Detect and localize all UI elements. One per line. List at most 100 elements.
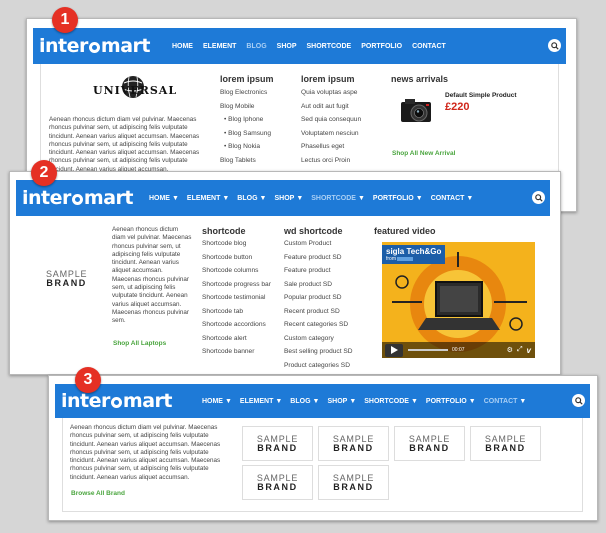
menu-link[interactable]: Custom category bbox=[284, 332, 353, 346]
search-icon[interactable] bbox=[572, 394, 585, 407]
menu-link[interactable]: • Blog Samsung bbox=[220, 127, 271, 141]
nav-item-shop[interactable]: SHOP bbox=[274, 195, 294, 202]
menu-link[interactable]: Feature product SD bbox=[284, 251, 353, 265]
menu-link[interactable]: Blog Mobile bbox=[220, 100, 271, 114]
browse-all-brand-link[interactable]: Browse All Brand bbox=[71, 490, 125, 497]
product-camera-image[interactable] bbox=[399, 96, 435, 126]
brand-bottom-text: BRAND bbox=[485, 442, 526, 453]
logo-o-icon bbox=[110, 396, 122, 408]
nav-item-portfolio[interactable]: PORTFOLIO bbox=[426, 398, 467, 405]
nav-item-home[interactable]: HOME bbox=[149, 195, 170, 202]
sample-brand-logo: SAMPLE BRAND bbox=[409, 434, 450, 453]
menu-link[interactable]: Shortcode banner bbox=[202, 345, 271, 359]
play-icon bbox=[390, 346, 398, 354]
menu-link[interactable]: Best selling product SD bbox=[284, 345, 353, 359]
shop-all-laptops-link[interactable]: Shop All Laptops bbox=[113, 340, 166, 347]
logo-left: inter bbox=[61, 390, 110, 412]
navbar-1: inter mart HOME ELEMENT BLOG SHOP SHORTCODE PO… bbox=[33, 28, 566, 64]
brand-bottom-text: BRAND bbox=[333, 481, 374, 492]
nav-item-blog[interactable]: BLOG bbox=[290, 398, 310, 405]
chevron-down-icon: ▼ bbox=[357, 194, 365, 202]
nav-item-shortcode[interactable]: SHORTCODE bbox=[311, 195, 356, 202]
fullscreen-icon[interactable]: ⤢ bbox=[517, 346, 523, 354]
nav-item-shortcode[interactable]: SHORTCODE bbox=[307, 43, 352, 50]
play-button[interactable] bbox=[385, 343, 403, 357]
step-badge-3: 3 bbox=[75, 367, 101, 393]
nav-item-element[interactable]: ELEMENT bbox=[203, 43, 236, 50]
nav-item-home[interactable]: HOME bbox=[172, 43, 193, 50]
brand-logo-tile[interactable]: SAMPLE BRAND bbox=[242, 426, 313, 461]
nav-item-shop[interactable]: SHOP bbox=[277, 43, 297, 50]
menu-link[interactable]: Aut odit aut fugit bbox=[301, 100, 361, 114]
menu-link[interactable]: Shortcode testimonial bbox=[202, 291, 271, 305]
brand-logo-tile[interactable]: SAMPLE BRAND bbox=[318, 465, 389, 500]
menu-link[interactable]: Recent product SD bbox=[284, 305, 353, 319]
menu-link[interactable]: Shortcode accordions bbox=[202, 318, 271, 332]
nav-item-blog[interactable]: BLOG bbox=[246, 43, 266, 50]
nav-item-home[interactable]: HOME bbox=[202, 398, 223, 405]
menu-link[interactable]: Sale product SD bbox=[284, 278, 353, 292]
search-icon[interactable] bbox=[548, 39, 561, 52]
menu-link[interactable]: • Blog Nokia bbox=[220, 140, 271, 154]
brand-logo-tile[interactable]: SAMPLE BRAND bbox=[318, 426, 389, 461]
logo[interactable]: inter mart bbox=[22, 187, 133, 209]
step-badge-2: 2 bbox=[31, 160, 57, 186]
intro-paragraph-2: Aenean rhoncus dictum diam vel pulvinar.… bbox=[112, 226, 192, 325]
menu-link[interactable]: Shortcode columns bbox=[202, 264, 271, 278]
chevron-down-icon: ▼ bbox=[410, 397, 418, 405]
menu-link[interactable]: Lectus orci Proin bbox=[301, 154, 361, 168]
logo[interactable]: inter mart bbox=[61, 390, 172, 412]
search-icon[interactable] bbox=[532, 191, 545, 204]
intro-paragraph-1: Aenean rhoncus dictum diam vel pulvinar.… bbox=[49, 116, 200, 173]
shop-all-new-arrival-link[interactable]: Shop All New Arrival bbox=[392, 150, 455, 157]
navbar-3: inter mart HOME ▼ ELEMENT ▼ BLOG ▼ SHOP ▼ SHORTCO… bbox=[55, 384, 590, 418]
nav-item-contact[interactable]: CONTACT bbox=[412, 43, 446, 50]
menu-link[interactable]: Shortcode alert bbox=[202, 332, 271, 346]
chevron-down-icon: ▼ bbox=[275, 397, 283, 405]
nav-item-shop[interactable]: SHOP bbox=[327, 398, 347, 405]
menu-link[interactable]: Product categories SD bbox=[284, 359, 353, 373]
brand-bottom-text: BRAND bbox=[333, 442, 374, 453]
menu-link[interactable]: • Blog Iphone bbox=[220, 113, 271, 127]
sample-brand-logo: SAMPLE BRAND bbox=[257, 434, 298, 453]
video-progress-bar[interactable] bbox=[408, 349, 448, 351]
brand-bottom-text: BRAND bbox=[409, 442, 450, 453]
brand-logo-tile[interactable]: SAMPLE BRAND bbox=[470, 426, 541, 461]
menu-link[interactable]: Feature product bbox=[284, 264, 353, 278]
column-title-lorem-2: lorem ipsum bbox=[301, 74, 355, 84]
nav-item-shortcode[interactable]: SHORTCODE bbox=[364, 398, 409, 405]
featured-video-player[interactable]: sigla Tech&Go from 00:07 ⚙ ⤢ v bbox=[382, 242, 535, 358]
vimeo-icon[interactable]: v bbox=[527, 346, 531, 355]
nav-item-element[interactable]: ELEMENT bbox=[187, 195, 220, 202]
nav-item-blog[interactable]: BLOG bbox=[237, 195, 257, 202]
brand-logo-tile[interactable]: SAMPLE BRAND bbox=[394, 426, 465, 461]
main-nav-1: HOME ELEMENT BLOG SHOP SHORTCODE PORTFOLIO CON… bbox=[172, 43, 456, 50]
menu-link[interactable]: Voluptatem nesciun bbox=[301, 127, 361, 141]
nav-item-contact[interactable]: CONTACT bbox=[431, 195, 465, 202]
menu-link[interactable]: Shortcode blog bbox=[202, 237, 271, 251]
logo[interactable]: inter mart bbox=[39, 35, 150, 57]
menu-link[interactable]: Quia voluptas aspe bbox=[301, 86, 361, 100]
dropdown-panel-3: Aenean rhoncus dictum diam vel pulvinar.… bbox=[62, 418, 583, 512]
nav-item-portfolio[interactable]: PORTFOLIO bbox=[373, 195, 414, 202]
nav-item-contact[interactable]: CONTACT bbox=[484, 398, 518, 405]
menu-link[interactable]: Blog Tablets bbox=[220, 154, 271, 168]
chevron-down-icon: ▼ bbox=[171, 194, 179, 202]
menu-link[interactable]: Recent categories SD bbox=[284, 318, 353, 332]
nav-item-element[interactable]: ELEMENT bbox=[240, 398, 273, 405]
menu-link[interactable]: Custom Product bbox=[284, 237, 353, 251]
menu-link[interactable]: Shortcode progress bar bbox=[202, 278, 271, 292]
menu-link[interactable]: Popular product SD bbox=[284, 291, 353, 305]
product-name[interactable]: Default Simple Product bbox=[445, 92, 517, 99]
menu-link[interactable]: Blog Electronics bbox=[220, 86, 271, 100]
menu-link[interactable]: Sed quia consequun bbox=[301, 113, 361, 127]
menu-link[interactable]: Shortcode tab bbox=[202, 305, 271, 319]
menu-link[interactable]: Phasellus eget bbox=[301, 140, 361, 154]
settings-icon[interactable]: ⚙ bbox=[507, 346, 513, 354]
shortcode-title: shortcode bbox=[202, 226, 246, 236]
brand-logo-tile[interactable]: SAMPLE BRAND bbox=[242, 465, 313, 500]
sample-brand-logo[interactable]: SAMPLE BRAND bbox=[46, 270, 87, 288]
menu-link[interactable]: Shortcode button bbox=[202, 251, 271, 265]
logo-right: mart bbox=[100, 35, 151, 57]
nav-item-portfolio[interactable]: PORTFOLIO bbox=[361, 43, 402, 50]
